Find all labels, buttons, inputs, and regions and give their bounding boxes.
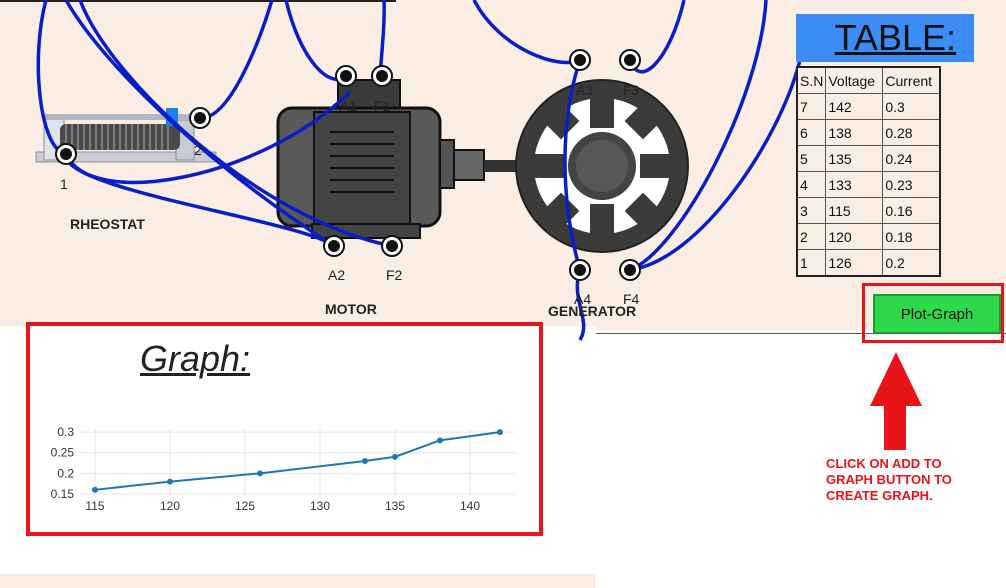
- x-tick-label: 125: [235, 499, 255, 513]
- y-tick-label: 0.15: [51, 487, 75, 501]
- data-point: [437, 437, 443, 444]
- voltage-current-chart: 0.15 0.2 0.25 0.3 115 120 125 130 135 140: [51, 425, 515, 513]
- data-point: [167, 478, 173, 485]
- data-point: [497, 429, 503, 436]
- data-point: [392, 453, 398, 460]
- x-tick-label: 120: [160, 499, 180, 513]
- y-tick-label: 0.2: [57, 466, 74, 480]
- data-point: [257, 470, 263, 477]
- x-tick-label: 130: [310, 499, 330, 513]
- x-tick-label: 140: [460, 499, 480, 513]
- x-tick-label: 135: [385, 499, 405, 513]
- x-tick-label: 115: [85, 499, 104, 513]
- y-tick-label: 0.3: [57, 425, 74, 439]
- y-tick-label: 0.25: [51, 446, 75, 460]
- data-point: [362, 457, 368, 464]
- data-point: [92, 486, 98, 493]
